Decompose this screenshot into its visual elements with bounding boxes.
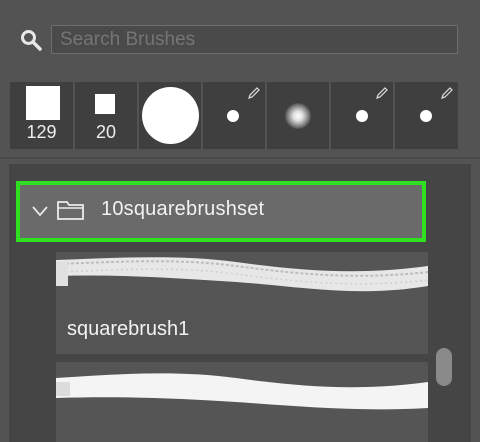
brush-preset[interactable] [395, 82, 458, 149]
brush-size-label: 129 [26, 122, 57, 142]
brush-stroke-preview [56, 257, 428, 292]
brush-preset[interactable]: 129 [10, 82, 73, 149]
square-brush-tip [95, 94, 115, 114]
search-icon[interactable] [20, 29, 42, 51]
brush-preset[interactable]: 20 [75, 82, 137, 149]
brush-preset[interactable] [139, 82, 201, 149]
soft-brush-tip [285, 103, 311, 129]
search-input[interactable] [51, 25, 458, 54]
pencil-icon [376, 87, 388, 99]
chevron-down-icon[interactable] [32, 205, 48, 217]
brush-stroke-preview [56, 373, 428, 410]
search-bar [0, 0, 480, 78]
pencil-icon [248, 87, 260, 99]
brush-name: squarebrush1 [67, 318, 190, 340]
scrollbar-track[interactable] [433, 252, 455, 442]
recent-brushes-row: 129 20 [10, 82, 480, 149]
brush-list-item[interactable]: squarebrush1 [56, 252, 428, 354]
pencil-icon [441, 87, 453, 99]
round-brush-tip [142, 87, 199, 144]
section-divider [0, 157, 480, 159]
brush-preset[interactable] [203, 82, 265, 149]
brush-preset[interactable] [331, 82, 393, 149]
brush-list-item[interactable] [56, 362, 428, 442]
brush-preset[interactable] [267, 82, 329, 149]
brush-size-label: 20 [95, 122, 117, 142]
scrollbar-thumb[interactable] [436, 348, 452, 386]
round-brush-tip [227, 110, 239, 122]
round-brush-tip [420, 110, 432, 122]
brush-group-row[interactable]: 10squarebrushset [16, 181, 426, 242]
folder-icon [57, 201, 84, 220]
round-brush-tip [356, 110, 368, 122]
square-brush-tip [26, 86, 60, 120]
brush-group-name: 10squarebrushset [101, 198, 265, 220]
